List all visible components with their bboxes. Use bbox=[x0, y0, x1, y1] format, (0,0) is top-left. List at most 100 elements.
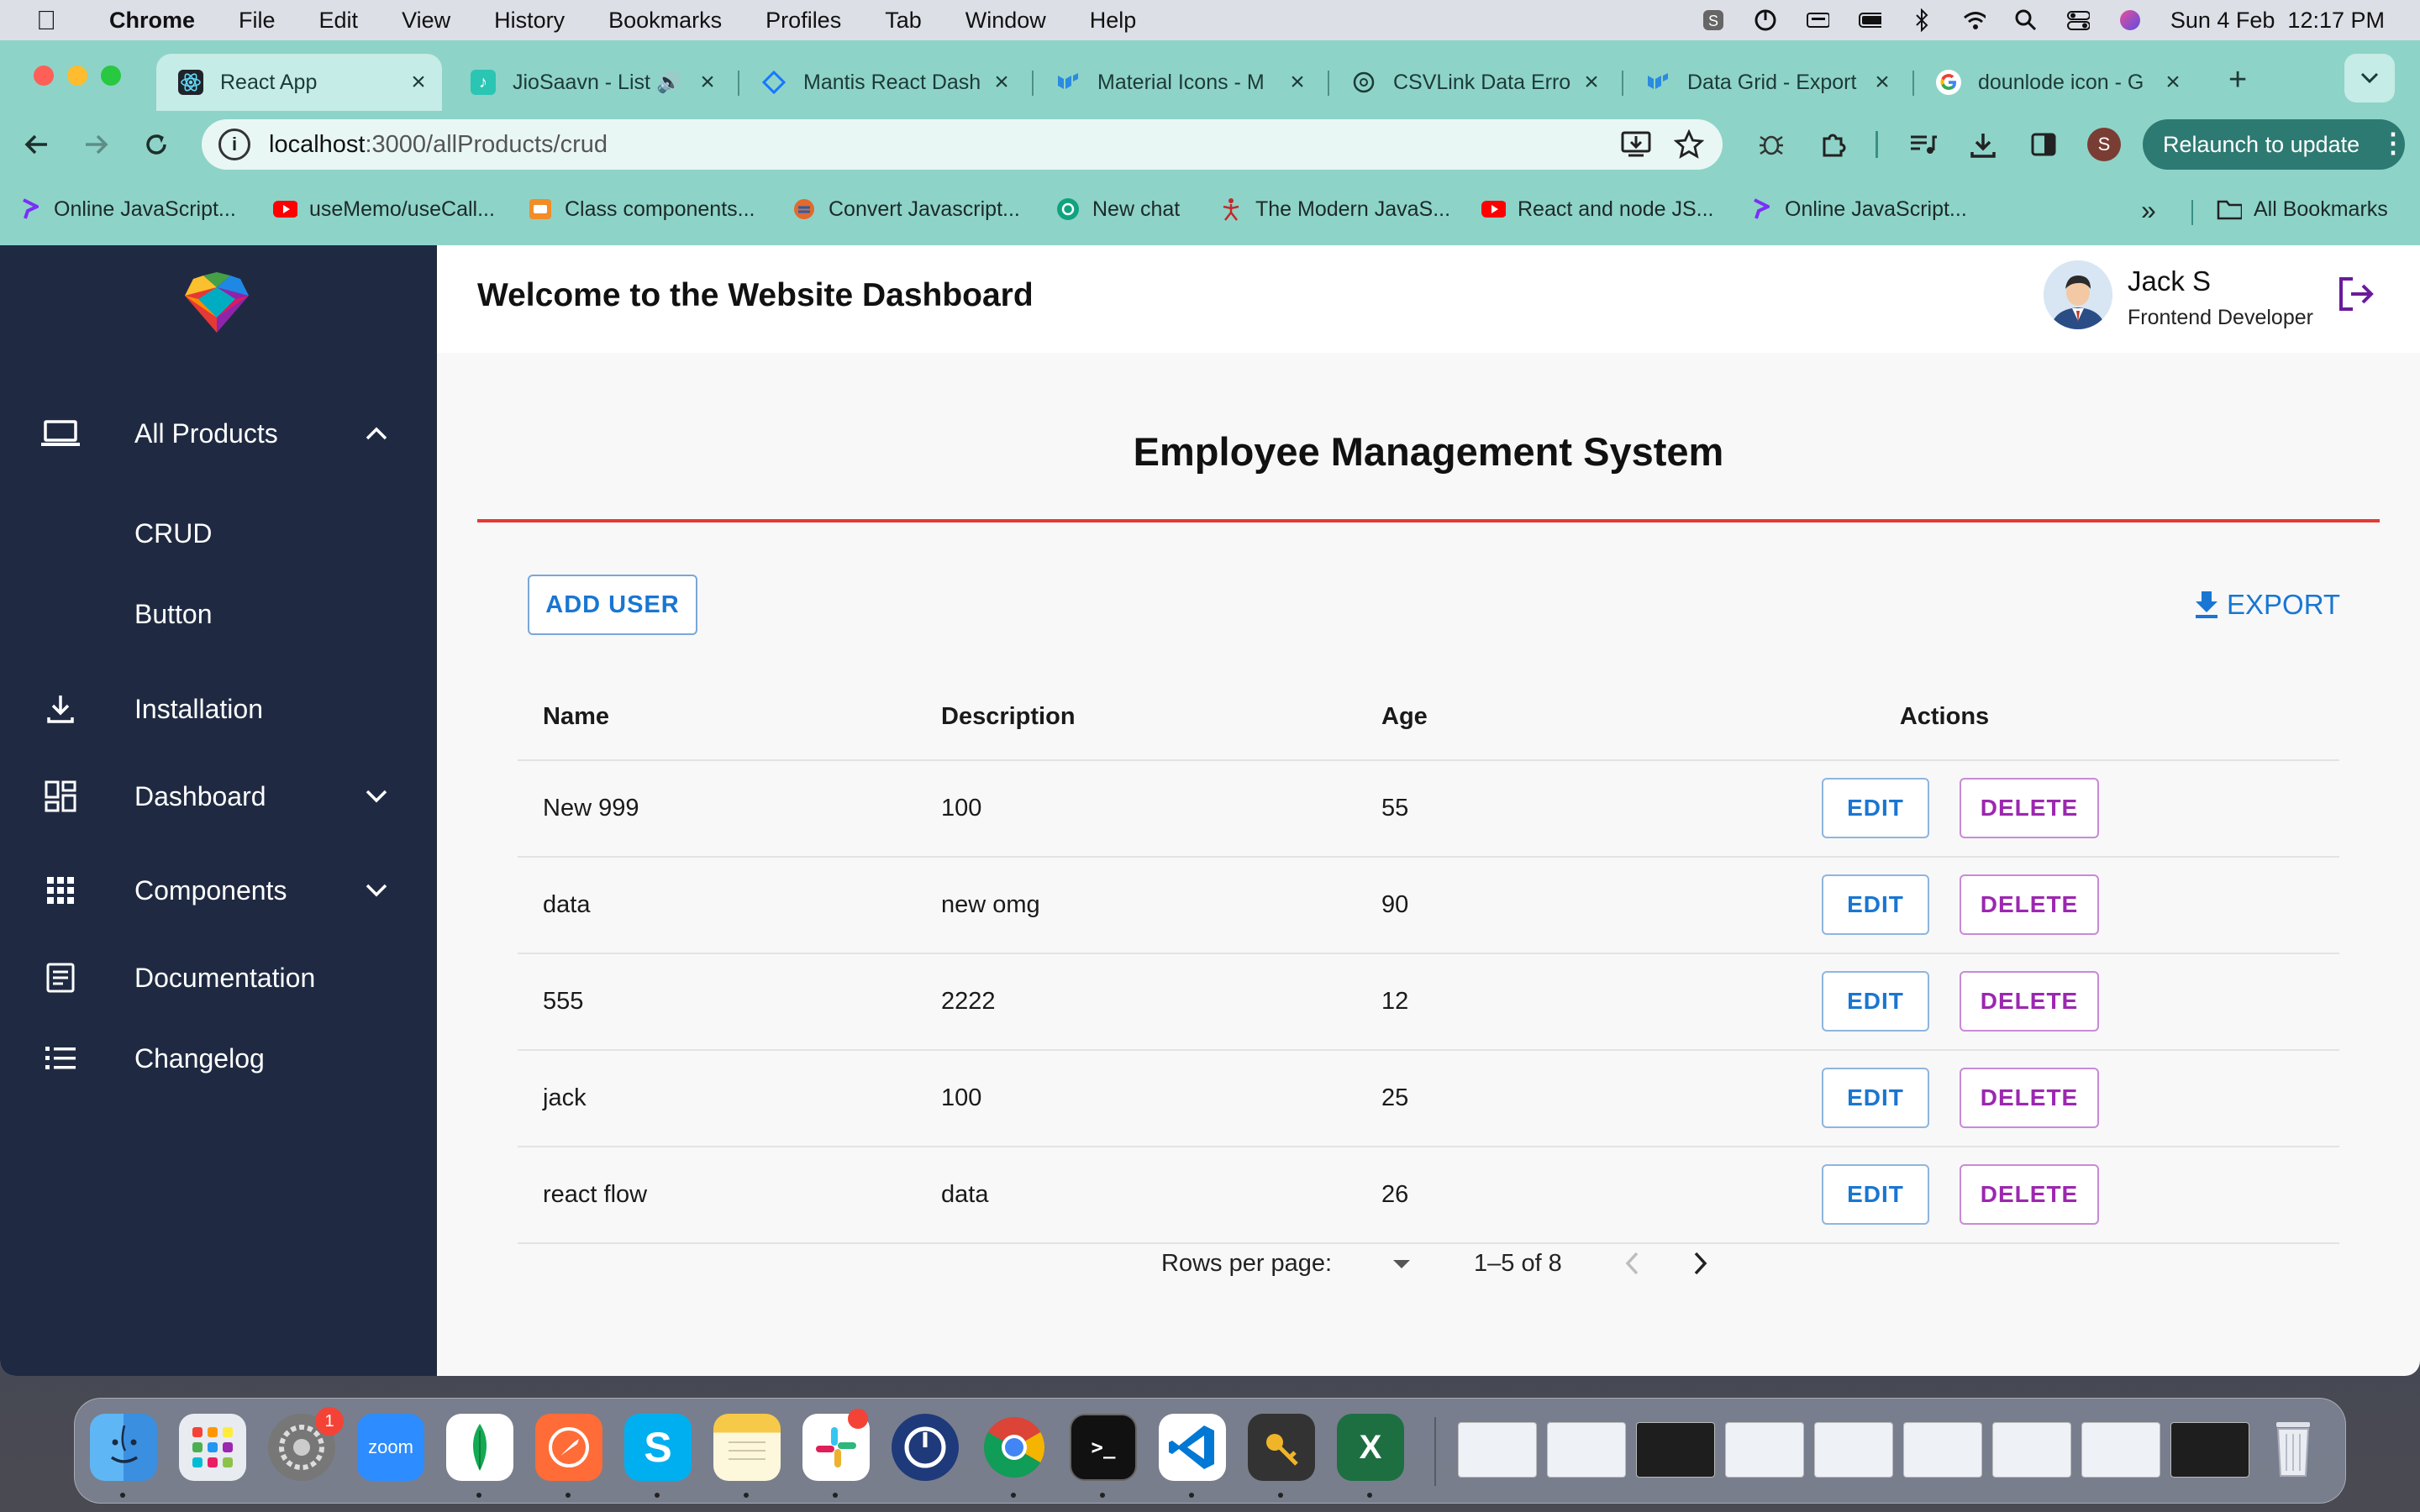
trash-icon[interactable] bbox=[2260, 1414, 2327, 1481]
edit-button[interactable]: EDIT bbox=[1822, 1164, 1929, 1225]
tab-react-app[interactable]: React App × bbox=[156, 54, 442, 111]
minimized-window-thumbnail[interactable] bbox=[1636, 1422, 1715, 1478]
menu-help[interactable]: Help bbox=[1090, 8, 1137, 34]
bookmark-item[interactable]: Class components... bbox=[528, 197, 755, 222]
install-app-icon[interactable] bbox=[1620, 129, 1654, 166]
menu-edit[interactable]: Edit bbox=[319, 8, 359, 34]
column-header-description[interactable]: Description bbox=[941, 674, 1076, 759]
profile-avatar[interactable]: S bbox=[2087, 128, 2121, 161]
extension-bug-icon[interactable] bbox=[1749, 123, 1793, 166]
bookmark-star-icon[interactable] bbox=[1673, 129, 1705, 166]
column-header-name[interactable]: Name bbox=[543, 674, 609, 759]
delete-button[interactable]: DELETE bbox=[1960, 1068, 2099, 1128]
tab-close-icon[interactable]: × bbox=[691, 68, 724, 97]
menu-history[interactable]: History bbox=[494, 8, 565, 34]
tab-close-icon[interactable]: × bbox=[2156, 68, 2190, 97]
menu-view[interactable]: View bbox=[402, 8, 450, 34]
spotlight-search-icon[interactable] bbox=[2014, 8, 2038, 32]
postman-icon[interactable] bbox=[535, 1414, 602, 1481]
minimized-window-thumbnail[interactable] bbox=[1903, 1422, 1982, 1478]
reload-icon[interactable] bbox=[134, 123, 178, 166]
tab-material-icons[interactable]: Material Icons - M × bbox=[1034, 54, 1321, 111]
sidebar-item-documentation[interactable]: Documentation bbox=[0, 944, 437, 1011]
tab-csvlink[interactable]: CSVLink Data Erro × bbox=[1329, 54, 1615, 111]
battery-icon[interactable] bbox=[1858, 8, 1881, 32]
menu-bookmarks[interactable]: Bookmarks bbox=[608, 8, 722, 34]
extensions-puzzle-icon[interactable] bbox=[1812, 123, 1855, 166]
keyboard-status-icon[interactable] bbox=[1806, 8, 1829, 32]
tab-close-icon[interactable]: × bbox=[1575, 68, 1608, 97]
bookmark-item[interactable]: Convert Javascript... bbox=[792, 197, 1020, 222]
menu-app-name[interactable]: Chrome bbox=[109, 8, 195, 34]
vscode-icon[interactable] bbox=[1159, 1414, 1226, 1481]
minimized-window-thumbnail[interactable] bbox=[1992, 1422, 2071, 1478]
sidebar-subitem-button[interactable]: Button bbox=[134, 599, 213, 630]
previous-page-icon[interactable] bbox=[1620, 1248, 1645, 1285]
skype-icon[interactable]: S bbox=[624, 1414, 692, 1481]
more-bookmarks-chevron-icon[interactable]: » bbox=[2141, 195, 2156, 226]
rows-per-page-dropdown-icon[interactable] bbox=[1386, 1252, 1417, 1284]
bookmark-item[interactable]: New chat bbox=[1055, 197, 1180, 222]
mongodb-compass-icon[interactable] bbox=[446, 1414, 513, 1481]
export-button[interactable]: EXPORT bbox=[2193, 581, 2340, 628]
control-center-icon[interactable] bbox=[2066, 8, 2090, 32]
window-close-button[interactable] bbox=[34, 66, 54, 86]
sidebar-item-components[interactable]: Components bbox=[0, 857, 437, 924]
minimized-window-thumbnail[interactable] bbox=[1547, 1422, 1626, 1478]
tab-close-icon[interactable]: × bbox=[402, 68, 435, 97]
chevron-down-icon[interactable] bbox=[360, 780, 393, 813]
bookmark-item[interactable]: React and node JS... bbox=[1481, 197, 1713, 222]
terminal-icon[interactable]: >_ bbox=[1070, 1414, 1137, 1481]
more-menu-icon[interactable]: ⋮ bbox=[2380, 128, 2407, 158]
tab-mantis[interactable]: Mantis React Dash × bbox=[739, 54, 1025, 111]
menu-file[interactable]: File bbox=[239, 8, 276, 34]
minimized-window-thumbnail[interactable] bbox=[1458, 1422, 1537, 1478]
timer-app-icon[interactable] bbox=[892, 1414, 959, 1481]
brand-logo-icon[interactable] bbox=[182, 270, 252, 339]
tab-close-icon[interactable]: × bbox=[1281, 68, 1314, 97]
finder-icon[interactable] bbox=[90, 1414, 157, 1481]
minimized-window-thumbnail[interactable] bbox=[1725, 1422, 1804, 1478]
media-queue-icon[interactable] bbox=[1901, 123, 1944, 166]
launchpad-icon[interactable] bbox=[179, 1414, 246, 1481]
edit-button[interactable]: EDIT bbox=[1822, 778, 1929, 838]
window-minimize-button[interactable] bbox=[67, 66, 87, 86]
menu-tab[interactable]: Tab bbox=[885, 8, 922, 34]
minimized-window-thumbnail[interactable] bbox=[2170, 1422, 2249, 1478]
sidebar-item-installation[interactable]: Installation bbox=[0, 675, 437, 743]
downloads-icon[interactable] bbox=[1961, 123, 2005, 166]
back-arrow-icon[interactable] bbox=[15, 123, 59, 166]
sidebar-item-all-products[interactable]: All Products bbox=[0, 400, 437, 467]
bookmark-item[interactable]: The Modern JavaS... bbox=[1218, 197, 1450, 222]
siri-icon[interactable] bbox=[2118, 8, 2142, 32]
sidebar-subitem-crud[interactable]: CRUD bbox=[134, 518, 212, 549]
sidebar-item-dashboard[interactable]: Dashboard bbox=[0, 763, 437, 830]
user-avatar[interactable] bbox=[2044, 260, 2112, 329]
menubar-clock[interactable]: Sun 4 Feb 12:17 PM bbox=[2170, 8, 2385, 34]
timer-status-icon[interactable] bbox=[1754, 8, 1777, 32]
notes-icon[interactable] bbox=[713, 1414, 781, 1481]
edit-button[interactable]: EDIT bbox=[1822, 1068, 1929, 1128]
speaker-audio-icon[interactable]: 🔊 bbox=[654, 71, 684, 95]
tab-close-icon[interactable]: × bbox=[985, 68, 1018, 97]
bookmark-item[interactable]: Online JavaScript... bbox=[1748, 197, 1967, 222]
menu-window[interactable]: Window bbox=[965, 8, 1046, 34]
apple-menu-icon[interactable]:  bbox=[34, 5, 59, 36]
relaunch-to-update-button[interactable]: Relaunch to update ⋮ bbox=[2143, 119, 2407, 170]
minimized-window-thumbnail[interactable] bbox=[1814, 1422, 1893, 1478]
minimized-window-thumbnail[interactable] bbox=[2081, 1422, 2160, 1478]
menu-profiles[interactable]: Profiles bbox=[765, 8, 841, 34]
excel-icon[interactable]: X bbox=[1337, 1414, 1404, 1481]
delete-button[interactable]: DELETE bbox=[1960, 1164, 2099, 1225]
tab-close-icon[interactable]: × bbox=[1865, 68, 1899, 97]
all-bookmarks-button[interactable]: All Bookmarks bbox=[2217, 197, 2388, 222]
tab-data-grid[interactable]: Data Grid - Export × bbox=[1623, 54, 1906, 111]
bluetooth-icon[interactable] bbox=[1910, 8, 1933, 32]
delete-button[interactable]: DELETE bbox=[1960, 874, 2099, 935]
bookmark-item[interactable]: useMemo/useCall... bbox=[272, 197, 495, 222]
delete-button[interactable]: DELETE bbox=[1960, 778, 2099, 838]
chevron-up-icon[interactable] bbox=[360, 417, 393, 450]
edit-button[interactable]: EDIT bbox=[1822, 874, 1929, 935]
tab-google-search[interactable]: dounlode icon - G × bbox=[1914, 54, 2196, 111]
tab-jiosaavn[interactable]: ♪ JioSaavn - List 🔊 × bbox=[449, 54, 731, 111]
